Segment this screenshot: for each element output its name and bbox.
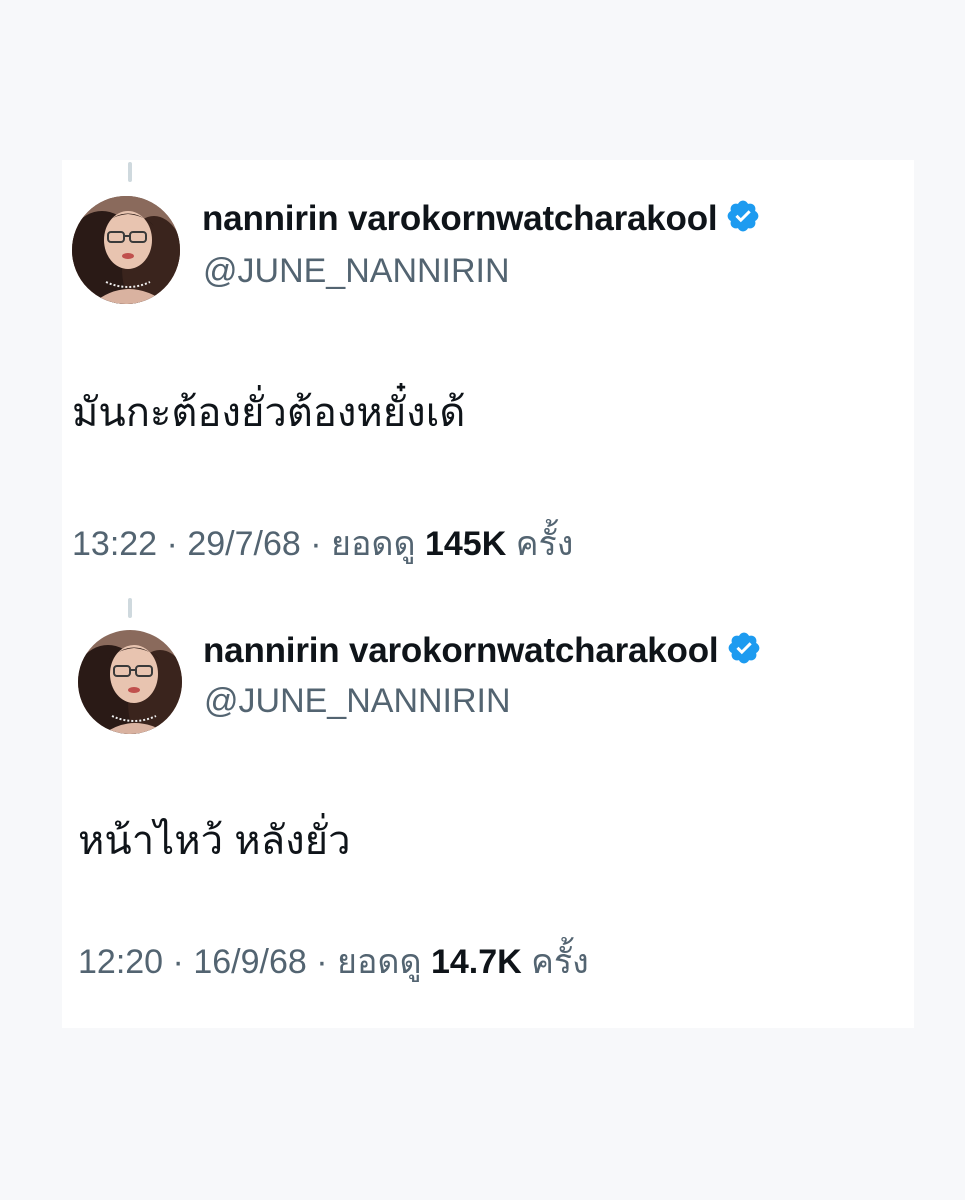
tweet-date[interactable]: 29/7/68 <box>187 525 300 563</box>
thread-connector-line <box>128 162 132 182</box>
display-name[interactable]: nannirin varokornwatcharakool <box>202 198 761 239</box>
tweet-card[interactable]: nannirin varokornwatcharakool @JUNE_NANN… <box>62 160 914 600</box>
views-count[interactable]: 14.7K <box>431 943 522 981</box>
user-handle[interactable]: @JUNE_NANNIRIN <box>204 682 511 721</box>
meta-separator: · <box>316 943 328 981</box>
display-name-text: nannirin varokornwatcharakool <box>202 199 718 238</box>
tweet-time[interactable]: 12:20 <box>78 943 163 981</box>
meta-separator: · <box>166 525 178 563</box>
verified-badge-icon <box>725 198 761 234</box>
verified-badge-icon <box>726 630 762 666</box>
tweet-date[interactable]: 16/9/68 <box>193 943 306 981</box>
meta-separator: · <box>310 525 322 563</box>
profile-avatar[interactable] <box>72 196 180 304</box>
views-suffix: ครั้ง <box>531 943 589 981</box>
views-label: ยอดดู <box>337 943 422 981</box>
tweet-metadata: 13:22 · 29/7/68 · ยอดดู 145K ครั้ง <box>72 516 573 570</box>
display-name-text: nannirin varokornwatcharakool <box>203 631 719 670</box>
tweet-text: หน้าไหว้ หลังยั่ว <box>78 819 351 863</box>
views-suffix: ครั้ง <box>515 525 574 563</box>
meta-separator: · <box>172 943 184 981</box>
tweet-text: มันกะต้องยั่วต้องหยั๋งเด้ <box>72 391 466 435</box>
thread-connector-line <box>128 598 132 618</box>
user-handle[interactable]: @JUNE_NANNIRIN <box>203 252 510 291</box>
tweet-metadata: 12:20 · 16/9/68 · ยอดดู 14.7K ครั้ง <box>78 934 589 988</box>
views-label: ยอดดู <box>331 525 416 563</box>
views-count[interactable]: 145K <box>425 525 506 563</box>
tweet-card[interactable]: nannirin varokornwatcharakool @JUNE_NANN… <box>62 598 914 1028</box>
avatar-image <box>72 196 180 304</box>
tweet-time[interactable]: 13:22 <box>72 525 157 563</box>
profile-avatar[interactable] <box>78 630 182 734</box>
avatar-image <box>78 630 182 734</box>
display-name[interactable]: nannirin varokornwatcharakool <box>203 630 762 671</box>
